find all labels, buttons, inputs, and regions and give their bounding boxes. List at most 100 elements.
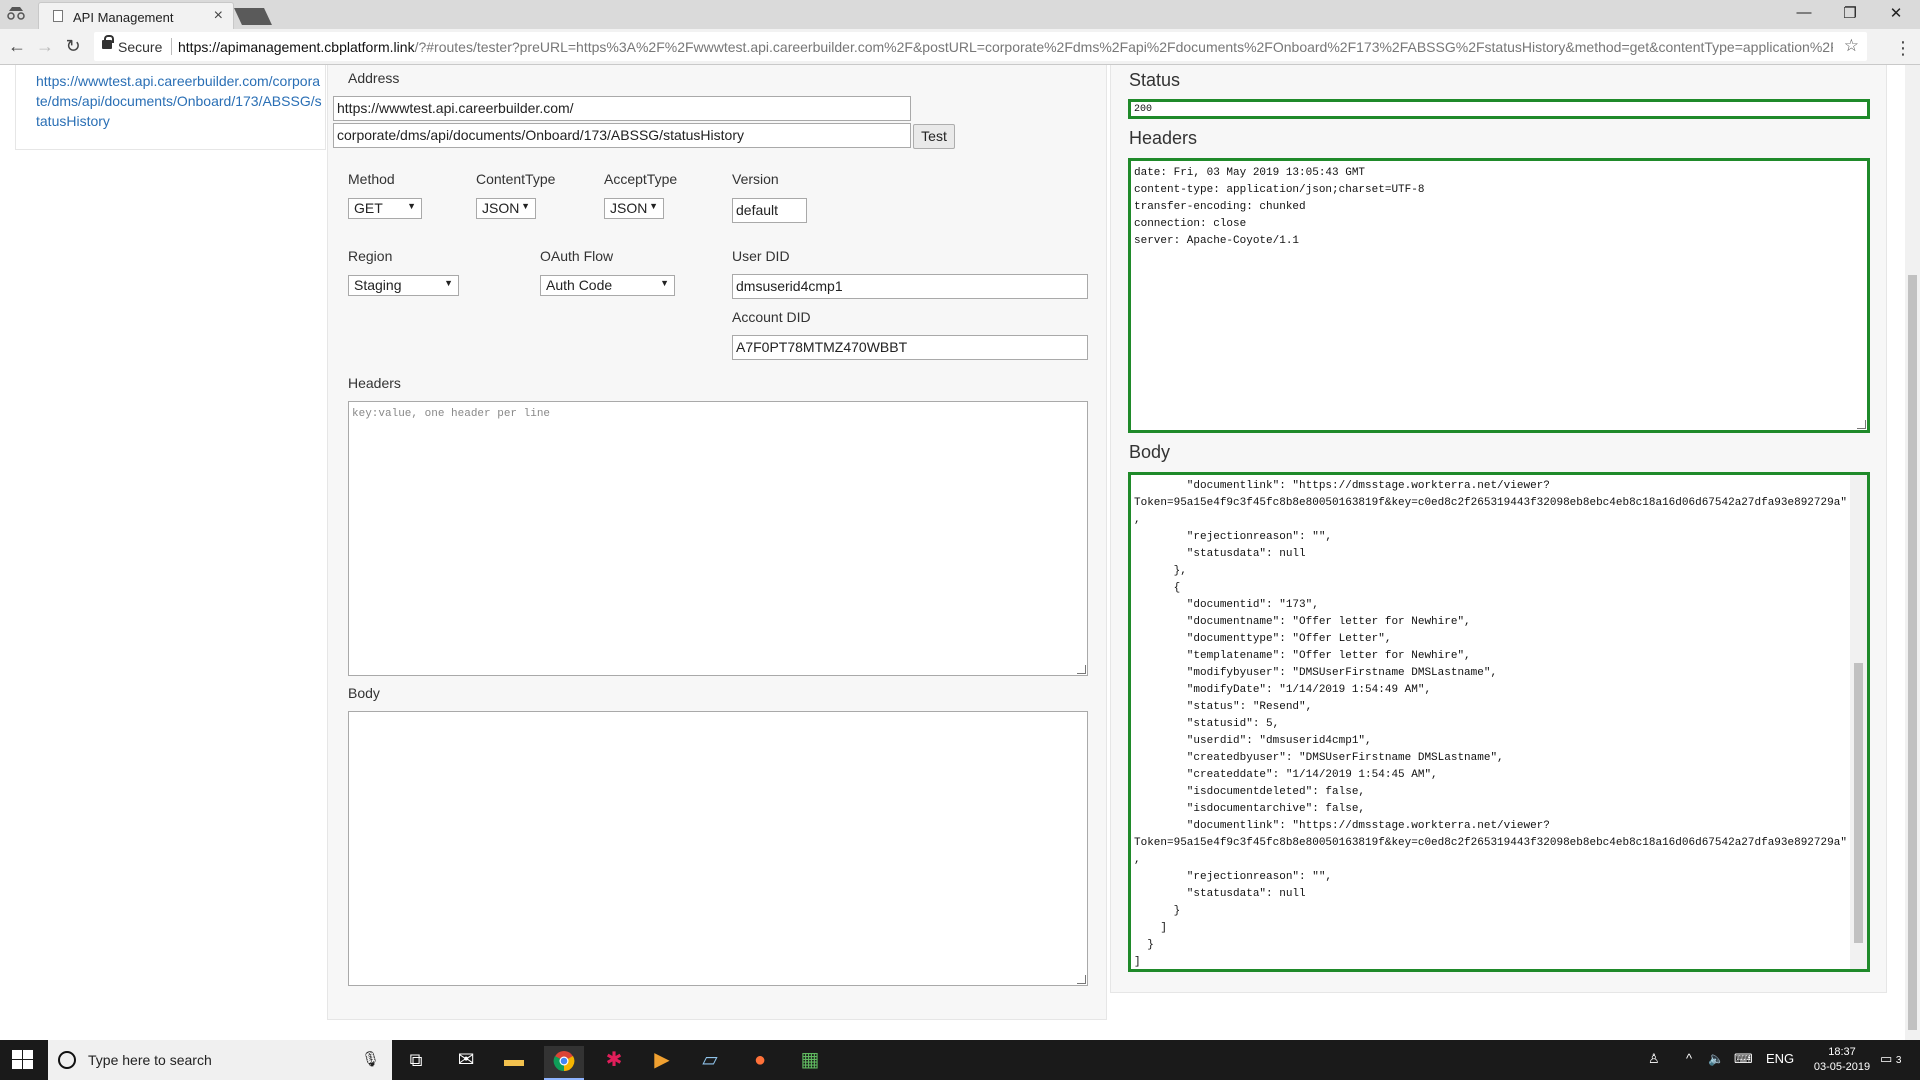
taskbar: Type here to search 🎙 ⧉ ✉ ▬ ✱ ▶ ▱ ● ▦ ♙ … <box>0 1040 1920 1080</box>
version-label: Version <box>732 171 779 187</box>
slack-icon[interactable]: ✱ <box>594 1046 634 1080</box>
response-panel: Status 200 Headers date: Fri, 03 May 201… <box>1110 65 1887 993</box>
request-body-textarea[interactable] <box>348 711 1088 986</box>
content-type-value: JSON <box>482 200 520 216</box>
chrome-icon[interactable] <box>544 1046 584 1080</box>
resize-grip-icon[interactable] <box>1077 975 1086 984</box>
tab-title: API Management <box>73 10 174 25</box>
status-heading: Status <box>1129 70 1181 90</box>
response-headers-heading: Headers <box>1129 128 1198 148</box>
bookmark-star-icon[interactable]: ☆ <box>1844 36 1859 56</box>
notification-center-icon[interactable]: ▭ 3 <box>1880 1051 1901 1067</box>
restore-icon[interactable]: ❐ <box>1830 4 1870 22</box>
headers-placeholder: key:value, one header per line <box>352 408 551 420</box>
user-did-label: User DID <box>732 248 790 264</box>
separator <box>171 38 172 55</box>
resize-grip-icon[interactable] <box>1077 665 1086 674</box>
taskbar-search-box[interactable]: Type here to search 🎙 <box>48 1040 392 1080</box>
oauth-flow-value: Auth Code <box>546 277 613 293</box>
content-type-select[interactable]: JSON ▼ <box>476 198 536 219</box>
oauth-flow-select[interactable]: Auth Code ▼ <box>540 275 675 296</box>
notepad-icon[interactable]: ▱ <box>690 1046 730 1080</box>
request-headers-textarea[interactable]: key:value, one header per line <box>348 401 1088 676</box>
window-close-icon[interactable]: ✕ <box>1876 4 1916 22</box>
new-tab-button[interactable] <box>234 8 272 25</box>
page-scrollbar[interactable] <box>1905 65 1920 1040</box>
notification-count: 3 <box>1895 1055 1902 1066</box>
tab-strip: API Management × — ❐ ✕ <box>0 0 1920 29</box>
calculator-icon[interactable]: ▦ <box>790 1046 830 1080</box>
browser-tab[interactable]: API Management × <box>38 2 234 29</box>
search-placeholder: Type here to search <box>88 1052 212 1068</box>
request-headers-label: Headers <box>348 375 401 391</box>
taskbar-clock[interactable]: 18:37 03-05-2019 <box>1812 1045 1872 1075</box>
language-indicator[interactable]: ENG <box>1766 1051 1794 1066</box>
version-input[interactable]: default <box>732 198 807 223</box>
request-panel: Address https://wwwtest.api.careerbuilde… <box>327 65 1107 1020</box>
response-body-text: "documentlink": "https://dmsstage.workte… <box>1134 480 1847 968</box>
test-button[interactable]: Test <box>913 124 955 149</box>
media-player-icon[interactable]: ▶ <box>642 1046 682 1080</box>
minimize-icon[interactable]: — <box>1784 4 1824 21</box>
url-path: /?#routes/tester?preURL=https%3A%2F%2Fww… <box>414 39 1833 55</box>
keyboard-icon[interactable]: ⌨ <box>1734 1051 1753 1067</box>
dropdown-arrow-icon: ▼ <box>649 201 658 211</box>
lock-icon <box>102 35 114 49</box>
browser-menu-icon[interactable]: ⋮ <box>1894 38 1912 59</box>
dropdown-arrow-icon: ▼ <box>444 278 453 288</box>
user-did-input[interactable]: dmsuserid4cmp1 <box>732 274 1088 299</box>
url-text[interactable]: https://apimanagement.cbplatform.link/?#… <box>178 39 1833 55</box>
tab-close-icon[interactable]: × <box>214 7 223 25</box>
response-body-heading: Body <box>1129 442 1171 462</box>
method-value: GET <box>354 200 383 216</box>
clock-time: 18:37 <box>1828 1046 1856 1058</box>
account-did-label: Account DID <box>732 309 811 325</box>
resize-grip-icon[interactable] <box>1857 420 1866 429</box>
url-host: https://apimanagement.cbplatform.link <box>178 39 415 55</box>
method-select[interactable]: GET ▼ <box>348 198 422 219</box>
sidebar-endpoint-link[interactable]: https://wwwtest.api.careerbuilder.com/co… <box>36 71 322 131</box>
firefox-icon[interactable]: ● <box>740 1046 780 1080</box>
people-icon[interactable]: ♙ <box>1648 1051 1660 1067</box>
accept-type-select[interactable]: JSON ▼ <box>604 198 664 219</box>
windows-start-icon[interactable] <box>12 1050 34 1070</box>
body-scroll-thumb[interactable] <box>1854 663 1863 943</box>
address-label: Address <box>348 70 400 86</box>
microphone-icon[interactable]: 🎙 <box>361 1050 380 1068</box>
body-scrollbar[interactable] <box>1850 475 1867 969</box>
dropdown-arrow-icon: ▼ <box>407 201 416 211</box>
response-body-output[interactable]: "documentlink": "https://dmsstage.workte… <box>1128 472 1870 972</box>
accept-type-label: AcceptType <box>604 171 678 187</box>
volume-icon[interactable]: 🔈 <box>1708 1051 1724 1067</box>
mail-app-icon[interactable]: ✉ <box>446 1046 486 1080</box>
reload-icon[interactable]: ↻ <box>61 36 85 57</box>
file-explorer-icon[interactable]: ▬ <box>494 1046 534 1080</box>
back-icon[interactable]: ← <box>5 36 29 57</box>
region-select[interactable]: Staging ▼ <box>348 275 459 296</box>
page-scroll-thumb[interactable] <box>1908 275 1917 1030</box>
tray-chevron-icon[interactable]: ^ <box>1686 1051 1692 1066</box>
request-body-label: Body <box>348 685 380 701</box>
incognito-icon <box>6 6 26 22</box>
clock-date: 03-05-2019 <box>1813 1061 1871 1073</box>
address-bar[interactable]: Secure https://apimanagement.cbplatform.… <box>94 32 1867 61</box>
content-type-label: ContentType <box>476 171 556 187</box>
response-headers-text: date: Fri, 03 May 2019 13:05:43 GMT cont… <box>1134 167 1425 247</box>
action-center-icon: ▭ <box>1880 1051 1893 1066</box>
task-view-icon[interactable]: ⧉ <box>396 1046 436 1080</box>
status-code: 200 <box>1134 104 1153 115</box>
account-did-input[interactable]: A7F0PT78MTMZ470WBBT <box>732 335 1088 360</box>
dropdown-arrow-icon: ▼ <box>521 201 530 211</box>
region-value: Staging <box>354 277 402 293</box>
region-label: Region <box>348 248 393 264</box>
path-input[interactable]: corporate/dms/api/documents/Onboard/173/… <box>333 123 911 148</box>
browser-toolbar: ← → ↻ Secure https://apimanagement.cbpla… <box>0 29 1920 65</box>
page-content: https://wwwtest.api.careerbuilder.com/co… <box>0 65 1905 1040</box>
forward-icon[interactable]: → <box>33 36 57 57</box>
status-output[interactable]: 200 <box>1128 99 1870 119</box>
dropdown-arrow-icon: ▼ <box>660 278 669 288</box>
oauth-flow-label: OAuth Flow <box>540 248 614 264</box>
base-url-input[interactable]: https://wwwtest.api.careerbuilder.com/ <box>333 96 911 121</box>
accept-type-value: JSON <box>610 200 648 216</box>
response-headers-output[interactable]: date: Fri, 03 May 2019 13:05:43 GMT cont… <box>1128 158 1870 433</box>
